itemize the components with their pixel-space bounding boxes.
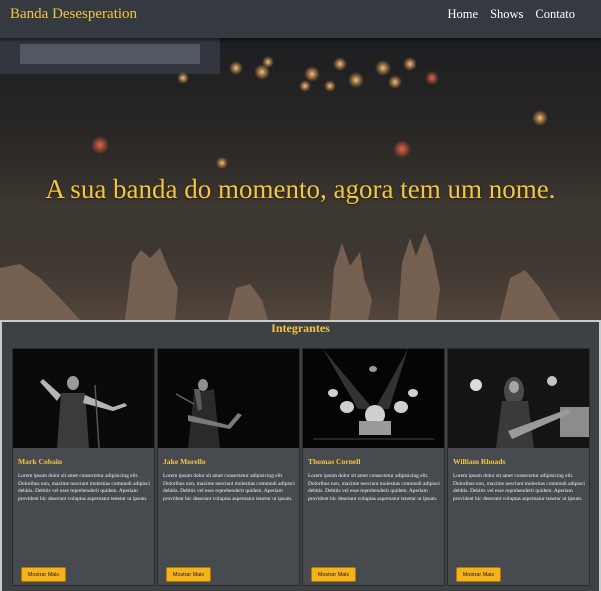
member-description: Lorem ipsum dolor sit amet consectetur a… (308, 473, 440, 502)
section-title: Integrantes (271, 321, 330, 335)
nav-link-home[interactable]: Home (448, 7, 479, 22)
member-photo (448, 349, 589, 448)
hero-title: A sua banda do momento, agora tem um nom… (45, 174, 556, 204)
show-more-button[interactable]: Mostrar Mais (166, 567, 211, 582)
member-name: Jake Morello (163, 457, 206, 466)
member-photo (158, 349, 299, 448)
member-name: William Rhoads (453, 457, 506, 466)
member-description: Lorem ipsum dolor sit amet consectetur a… (163, 473, 295, 502)
brand-link[interactable]: Banda Desesperation (10, 6, 137, 23)
member-photo (303, 349, 444, 448)
hero-banner: A sua banda do momento, agora tem um nom… (0, 38, 601, 320)
member-card: Thomas Cornell Lorem ipsum dolor sit ame… (302, 348, 445, 586)
member-card: William Rhoads Lorem ipsum dolor sit ame… (447, 348, 590, 586)
show-more-button[interactable]: Mostrar Mais (21, 567, 66, 582)
member-name: Mark Cobain (18, 457, 63, 466)
show-more-button[interactable]: Mostrar Mais (311, 567, 356, 582)
member-name: Thomas Cornell (308, 457, 361, 466)
show-more-button[interactable]: Mostrar Mais (456, 567, 501, 582)
nav-links: Home Shows Contato (448, 7, 576, 22)
member-description: Lorem ipsum dolor sit amet consectetur a… (453, 473, 585, 502)
nav-link-shows[interactable]: Shows (490, 7, 523, 22)
member-card: Mark Cobain Lorem ipsum dolor sit amet c… (12, 348, 155, 586)
member-card: Jake Morello Lorem ipsum dolor sit amet … (157, 348, 300, 586)
navbar: Banda Desesperation Home Shows Contato (0, 0, 601, 38)
nav-link-contato[interactable]: Contato (535, 7, 575, 22)
member-photo (13, 349, 154, 448)
members-section: Integrantes Mark Cobain Lorem ipsum dolo… (0, 320, 601, 591)
member-description: Lorem ipsum dolor sit amet consectetur a… (18, 473, 150, 502)
